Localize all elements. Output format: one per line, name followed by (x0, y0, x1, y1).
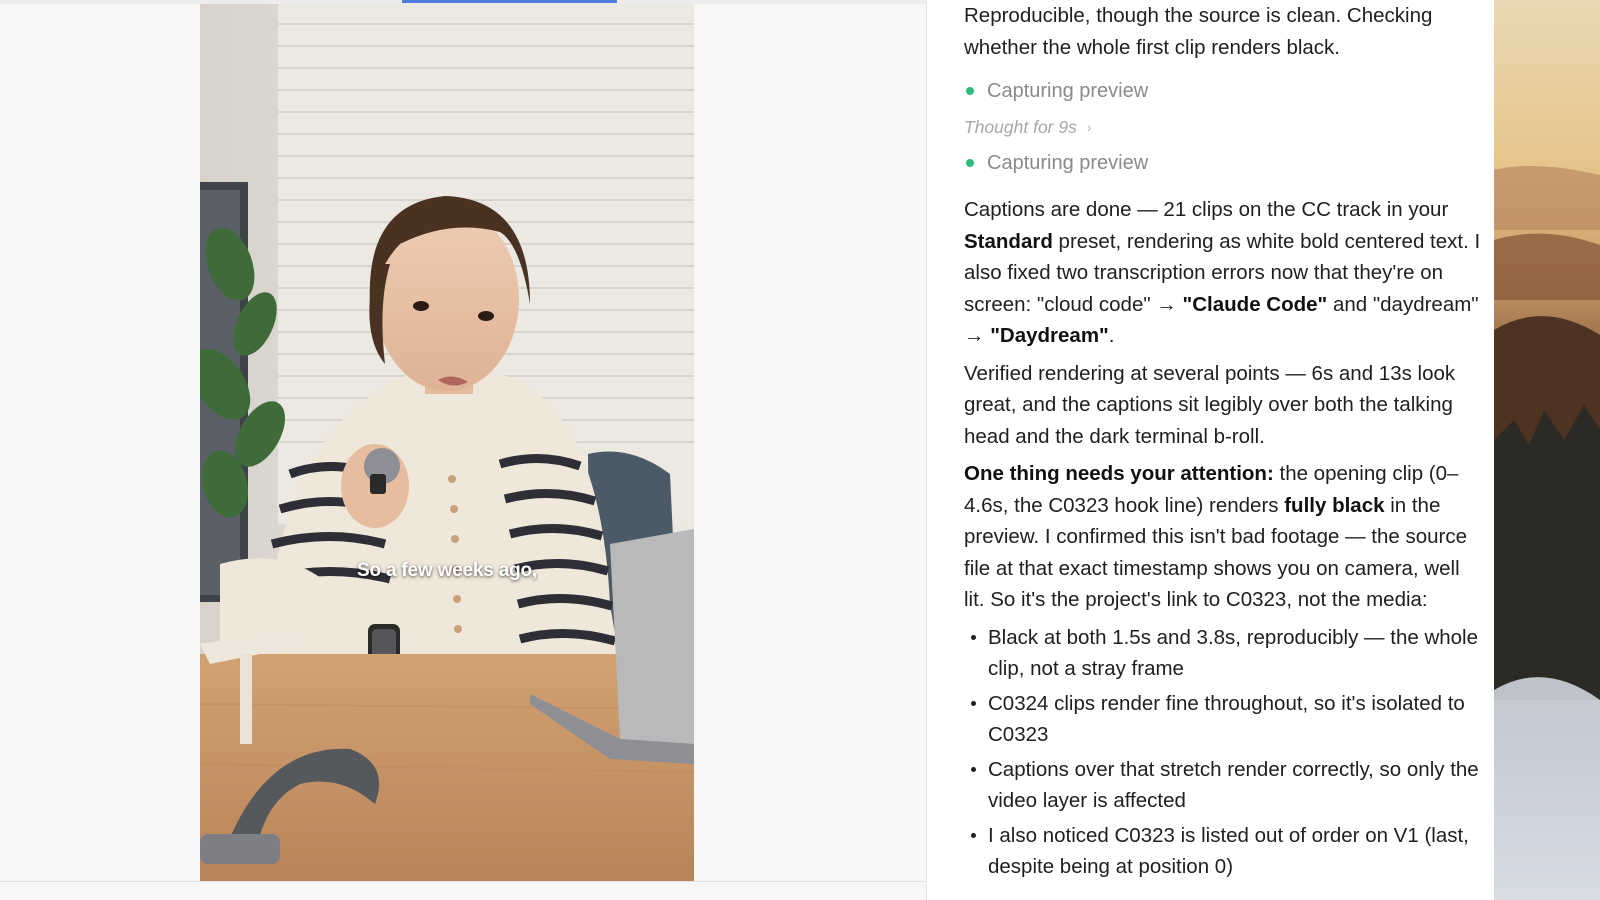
thought-toggle[interactable]: Thought for 9s › (964, 109, 1484, 145)
chevron-right-icon: › (1086, 119, 1092, 135)
tool-status-label: Capturing preview (987, 151, 1149, 174)
tool-status-label: Capturing preview (987, 79, 1149, 102)
list-item: I also noticed C0323 is listed out of or… (964, 820, 1484, 883)
desktop-wallpaper (1494, 0, 1600, 900)
status-dot-icon (966, 87, 974, 95)
bold-text: fully black (1284, 493, 1385, 517)
video-frame[interactable]: So a few weeks ago, (200, 4, 694, 881)
list-item: Black at both 1.5s and 3.8s, reproducibl… (964, 622, 1484, 685)
tool-status-row: Capturing preview (964, 145, 1484, 181)
assistant-chat-panel: Reproducible, though the source is clean… (927, 0, 1493, 900)
video-still-image (200, 4, 694, 881)
message-paragraph-captions: Captions are done — 21 clips on the CC t… (964, 194, 1484, 352)
tool-status-row: Capturing preview (964, 73, 1484, 109)
landscape-wallpaper-image (1494, 0, 1600, 900)
message-paragraph-attention: One thing needs your attention: the open… (964, 458, 1484, 616)
findings-list: Black at both 1.5s and 3.8s, reproducibl… (964, 622, 1484, 883)
text-span: Captions are done — 21 clips on the CC t… (964, 198, 1449, 221)
video-preview-pane: So a few weeks ago, (0, 0, 927, 900)
message-intro-text: Reproducible, though the source is clean… (964, 4, 1433, 59)
bold-text: One thing needs your attention: (964, 462, 1274, 485)
list-item: Captions over that stretch render correc… (964, 754, 1484, 817)
playhead-scrub-bar[interactable] (402, 0, 617, 3)
thought-label: Thought for 9s (964, 116, 1077, 137)
message-paragraph-verified: Verified rendering at several points — 6… (964, 361, 1456, 448)
list-item: C0324 clips render fine throughout, so i… (964, 688, 1484, 751)
bold-text: "Claude Code" (1182, 292, 1328, 316)
bold-text: "Daydream" (990, 324, 1109, 347)
bold-text: Standard (964, 229, 1053, 253)
text-span: . (1108, 324, 1115, 347)
status-dot-icon (966, 159, 974, 167)
divider (0, 881, 926, 882)
video-caption-text: So a few weeks ago, (357, 560, 537, 581)
